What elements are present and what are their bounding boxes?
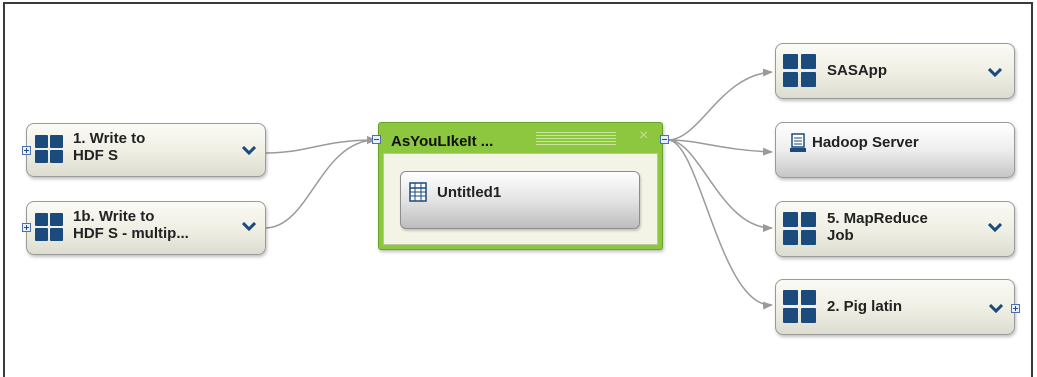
chevron-down-icon[interactable] — [242, 222, 256, 231]
chevron-down-icon[interactable] — [988, 68, 1002, 77]
node-label: SASApp — [827, 62, 887, 79]
process-flow-canvas[interactable]: 1. Write to HDF S 1b. Write to HDF S - m… — [0, 0, 1037, 377]
chevron-down-icon[interactable] — [988, 223, 1002, 232]
node-label: 1. Write to HDF S — [73, 130, 146, 164]
container-title: AsYouLIkeIt ... — [391, 133, 494, 150]
node-label: 2. Pig latin — [827, 298, 903, 315]
node-mapreduce-job[interactable]: 5. MapReduce Job — [775, 201, 1015, 257]
drag-grip-icon[interactable] — [536, 132, 616, 148]
grid-icon — [783, 212, 817, 246]
collapse-icon[interactable] — [660, 135, 669, 144]
expand-icon[interactable] — [22, 223, 31, 232]
node-untitled1[interactable]: Untitled1 — [400, 171, 640, 229]
collapse-icon[interactable] — [372, 135, 381, 144]
connector-container-to-sasapp — [667, 68, 773, 141]
chevron-down-icon[interactable] — [242, 146, 256, 155]
node-sasapp[interactable]: SASApp — [775, 43, 1015, 99]
node-label: 5. MapReduce Job — [827, 210, 928, 244]
node-label: Untitled1 — [437, 184, 502, 201]
server-icon — [790, 133, 806, 152]
node-hadoop-server[interactable]: Hadoop Server — [775, 122, 1015, 178]
connector-write-hdfs-multi-to-container — [264, 136, 377, 229]
grid-icon — [783, 290, 817, 324]
node-write-to-hdfs[interactable]: 1. Write to HDF S — [26, 123, 266, 177]
table-icon — [409, 182, 427, 202]
node-pig-latin[interactable]: 2. Pig latin — [775, 279, 1015, 335]
grid-icon — [35, 213, 65, 243]
connector-write-hdfs-to-container — [264, 136, 377, 154]
node-write-to-hdfs-multi[interactable]: 1b. Write to HDF S - multip... — [26, 201, 266, 255]
expand-icon[interactable] — [22, 146, 31, 155]
close-icon[interactable]: × — [639, 127, 648, 145]
chevron-down-icon[interactable] — [989, 304, 1003, 313]
expand-icon[interactable] — [1011, 304, 1020, 313]
container-node-asyoulikeit[interactable]: AsYouLIkeIt ... × Untitled1 — [378, 122, 663, 250]
node-label: Hadoop Server — [812, 134, 919, 151]
node-label: 1b. Write to HDF S - multip... — [73, 208, 189, 242]
connector-container-to-pig-latin — [667, 139, 773, 310]
grid-icon — [783, 54, 817, 88]
grid-icon — [35, 135, 65, 165]
